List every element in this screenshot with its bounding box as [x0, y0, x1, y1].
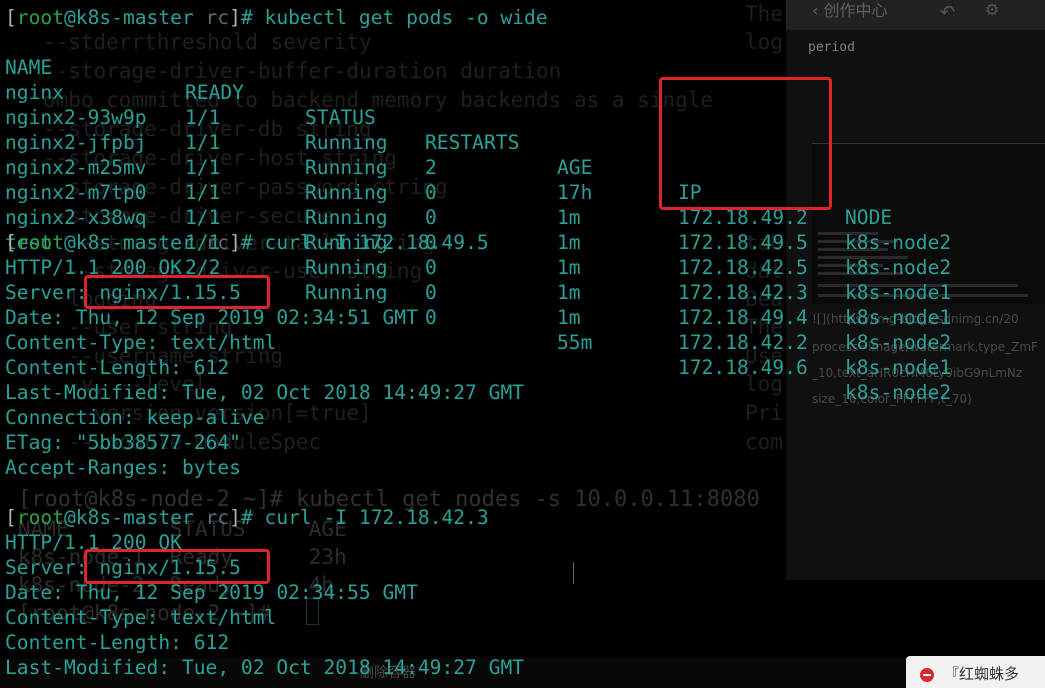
- pod-age: 1m: [557, 231, 581, 254]
- command-text: kubectl get pods -o wide: [264, 6, 548, 29]
- prompt-line: [root@k8s-master rc]# curl -I 172.18.42.…: [5, 506, 489, 529]
- table-row: nginx2-m7tp0 1/1 Running 0 1m 172.18.49.…: [5, 155, 1005, 354]
- last-modified-line: Last-Modified: Tue, 02 Oct 2018 14:49:27…: [5, 656, 525, 679]
- content-type-line: Content-Type: text/html: [5, 606, 277, 629]
- pod-age: 55m: [557, 331, 593, 354]
- settings-icon[interactable]: ⚙: [985, 0, 999, 19]
- table-row: test 2/2 Running 0 55m 172.18.49.6 k8s-n…: [5, 205, 1005, 404]
- table-row: nginx2-x38wq 1/1 Running 0 1m 172.18.42.…: [5, 180, 1005, 379]
- pod-restarts: 0: [425, 256, 437, 279]
- prompt-host: k8s-master: [75, 6, 194, 29]
- prompt-line: [root@k8s-master rc]# kubectl get pods -…: [5, 6, 548, 29]
- prompt-cwd: rc: [205, 506, 230, 529]
- pod-ip: 172.18.42.2: [678, 331, 808, 354]
- prompt-cwd: rc: [205, 231, 230, 254]
- pod-restarts: 0: [425, 306, 437, 329]
- pod-restarts: 0: [425, 281, 437, 304]
- pod-node: k8s-node1: [845, 356, 952, 379]
- table-row: nginx 1/1 Running 2 17h 172.18.49.2 k8s-…: [5, 55, 1005, 254]
- prompt-cwd: rc: [205, 6, 230, 29]
- pod-ip: 172.18.49.5: [678, 231, 808, 254]
- content-type-line: Content-Type: text/html: [5, 331, 277, 354]
- stop-icon: [920, 668, 934, 682]
- pod-ip: 172.18.42.3: [678, 281, 808, 304]
- pod-node: k8s-node1: [845, 306, 952, 329]
- prompt-host: k8s-master: [75, 231, 194, 254]
- table-row: nginx2-m25mv 1/1 Running 0 1m 172.18.42.…: [5, 130, 1005, 329]
- connection-line: Connection: keep-alive: [5, 406, 265, 429]
- ip-highlight-box: [659, 77, 832, 210]
- panel-title: ‹ 创作中心: [812, 1, 888, 20]
- table-row: nginx2-93w9p 1/1 Running 0 1m 172.18.49.…: [5, 80, 1005, 279]
- pod-age: 1m: [557, 281, 581, 304]
- pod-age: 1m: [557, 256, 581, 279]
- pod-node: k8s-node2: [845, 381, 952, 404]
- pod-status: Running: [305, 281, 388, 304]
- pod-node: k8s-node2: [845, 331, 952, 354]
- text-cursor-icon: [572, 562, 576, 584]
- pod-status: Running: [305, 256, 388, 279]
- command-text: curl -I 172.18.49.5: [264, 231, 489, 254]
- prompt-user: root: [16, 506, 64, 529]
- pod-node: k8s-node1: [845, 281, 952, 304]
- ghost-word: com: [745, 430, 783, 454]
- terminal-cursor: [306, 598, 319, 625]
- terminal-window[interactable]: --stderrthreshold severity --storage-dri…: [0, 0, 1045, 688]
- prompt-host: k8s-master: [75, 506, 194, 529]
- pod-ip: 172.18.49.4: [678, 306, 808, 329]
- accept-ranges-line: Accept-Ranges: bytes: [5, 456, 241, 479]
- ghost-word: Pri: [745, 401, 783, 425]
- server-highlight-box: [84, 275, 270, 309]
- content-length-line: Content-Length: 612: [5, 631, 230, 654]
- notification-tab-label: 『红蜘蛛多: [944, 665, 1020, 683]
- prompt-line: [root@k8s-master rc]# curl -I 172.18.49.…: [5, 231, 489, 254]
- last-modified-line: Last-Modified: Tue, 02 Oct 2018 14:49:27…: [5, 381, 525, 404]
- pod-node: k8s-node2: [845, 231, 952, 254]
- table-row: nginx2-jfpbj 1/1 Running 0 1m 172.18.42.…: [5, 105, 1005, 304]
- prompt-user: root: [16, 6, 64, 29]
- pod-ip: 172.18.49.6: [678, 356, 808, 379]
- ghost-word: The: [745, 2, 783, 26]
- content-length-line: Content-Length: 612: [5, 356, 230, 379]
- pods-table-header: NAME READY STATUS RESTARTS AGE IP NODE: [5, 30, 1005, 229]
- command-text: curl -I 172.18.42.3: [264, 506, 489, 529]
- pod-ip: 172.18.42.5: [678, 256, 808, 279]
- pod-age: 1m: [557, 306, 581, 329]
- undo-icon[interactable]: ↶: [940, 2, 955, 23]
- server-highlight-box: [84, 549, 270, 584]
- prompt-user: root: [16, 231, 64, 254]
- etag-line: ETag: "5bb38577-264": [5, 431, 241, 454]
- pod-node: k8s-node2: [845, 256, 952, 279]
